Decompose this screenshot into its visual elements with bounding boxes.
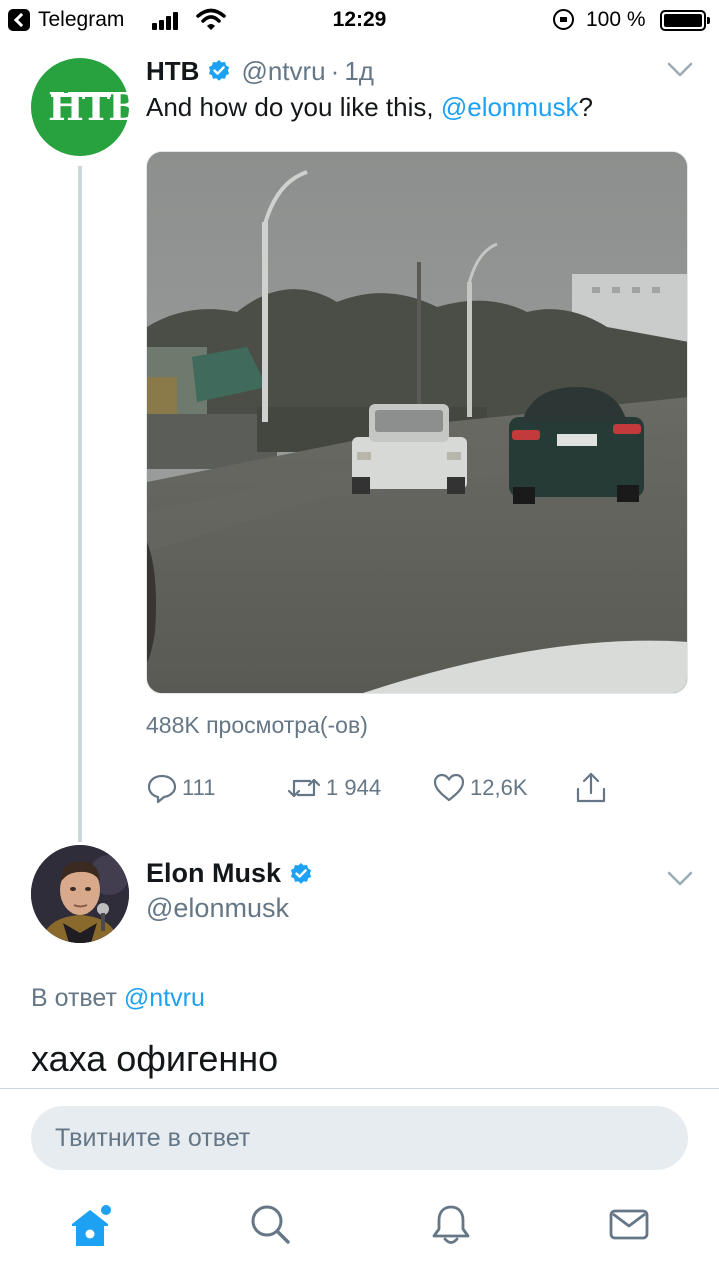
tab-home[interactable]: [68, 1202, 112, 1246]
tab-bar: [0, 1190, 719, 1280]
like-count: 12,6K: [470, 775, 528, 800]
divider: [0, 1088, 719, 1089]
thread-line: [78, 166, 82, 842]
like-button[interactable]: 12,6K: [432, 770, 528, 806]
rotation-lock-icon: [553, 9, 574, 30]
video-player[interactable]: [146, 151, 688, 694]
battery-percent: 100 %: [586, 8, 646, 31]
tweet-text-suffix: ?: [578, 92, 593, 122]
reply-button[interactable]: 111: [146, 770, 215, 806]
retweet-count: 1 944: [326, 775, 382, 800]
tab-messages[interactable]: [607, 1202, 651, 1246]
reply-count: 111: [182, 775, 216, 800]
tweet-actions: 111 1 944 12,6K: [146, 770, 616, 806]
retweet-icon: [287, 778, 321, 798]
author-handle[interactable]: @ntvru: [241, 56, 325, 87]
heart-icon: [433, 773, 465, 802]
replying-to: В ответ @ntvru: [31, 984, 205, 1013]
share-button[interactable]: [574, 770, 608, 806]
battery-icon: [660, 10, 710, 31]
separator-dot: ·: [330, 55, 340, 86]
author-name[interactable]: НТВ: [146, 56, 199, 87]
ntv-logo: НТВ: [48, 84, 140, 129]
tweet-time: 1д: [344, 55, 374, 86]
avatar-elon-musk[interactable]: [31, 845, 129, 943]
replying-to-mention[interactable]: @ntvru: [124, 984, 205, 1012]
tab-notifications[interactable]: [429, 1202, 473, 1246]
replying-to-label: В ответ: [31, 984, 124, 1012]
chevron-down-icon[interactable]: [667, 871, 693, 887]
search-icon: [251, 1205, 290, 1244]
reply-author-name[interactable]: Elon Musk: [146, 858, 281, 889]
verified-badge-icon: [290, 862, 312, 884]
share-icon: [576, 772, 606, 803]
reply-author-handle[interactable]: @elonmusk: [146, 893, 289, 924]
notifications-icon: [432, 1205, 470, 1244]
verified-badge-icon: [209, 60, 230, 81]
home-icon: [72, 1205, 111, 1246]
chevron-down-icon[interactable]: [667, 62, 693, 78]
messages-icon: [609, 1209, 649, 1240]
avatar-ntv[interactable]: НТВ: [31, 58, 140, 156]
status-bar: Telegram 12:29 100 %: [0, 0, 719, 40]
reply-text: хаха офигенно: [31, 1038, 279, 1079]
view-count: 488K просмотра(-ов): [146, 712, 368, 738]
mention-link[interactable]: @elonmusk: [441, 92, 579, 122]
tweet-header: НТВ @ntvru · 1д: [146, 56, 374, 86]
reply-input[interactable]: [31, 1106, 688, 1170]
video-thumbnail: [147, 152, 687, 693]
avatar-photo: [31, 845, 129, 943]
retweet-button[interactable]: 1 944: [286, 770, 381, 806]
reply-icon: [147, 774, 177, 804]
reply-author-row: Elon Musk: [146, 858, 313, 889]
tweet-text-prefix: And how do you like this,: [146, 92, 441, 122]
tab-search[interactable]: [248, 1202, 292, 1246]
tweet-text: And how do you like this, @elonmusk?: [146, 92, 593, 123]
